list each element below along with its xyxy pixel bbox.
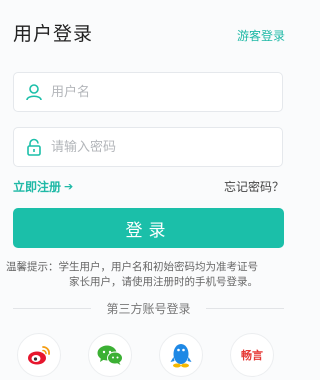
- yixin-logo-text: 畅言: [241, 349, 263, 362]
- guest-login-link[interactable]: 游客登录: [237, 27, 285, 44]
- forgot-password-link[interactable]: 忘记密码？: [224, 178, 284, 195]
- user-icon: [26, 84, 42, 101]
- password-input[interactable]: [51, 136, 271, 158]
- register-label: 立即注册: [13, 180, 62, 194]
- lock-icon: [27, 138, 41, 156]
- login-button[interactable]: 登录: [13, 208, 284, 248]
- username-field-container: [13, 72, 283, 112]
- arrow-right-icon: ➔: [64, 180, 74, 193]
- login-tip: 温馨提示：学生用户，用户名和初始密码均为准考证号 家长用户，请使用注册时的手机号…: [6, 260, 300, 290]
- register-link[interactable]: 立即注册 ➔: [13, 178, 73, 195]
- wechat-icon: [97, 345, 123, 365]
- yixin-login-button[interactable]: 畅言: [230, 333, 274, 377]
- page-title: 用户登录: [13, 23, 94, 45]
- username-input[interactable]: [51, 81, 271, 103]
- password-field-container: [13, 127, 283, 167]
- qq-login-button[interactable]: [159, 333, 203, 377]
- weibo-login-button[interactable]: [17, 333, 61, 377]
- wechat-login-button[interactable]: [88, 333, 132, 377]
- weibo-icon: [28, 346, 50, 365]
- third-party-divider: 第三方账号登录: [13, 300, 284, 316]
- divider-line-right: [206, 308, 284, 309]
- tip-line-2: 家长用户，请使用注册时的手机号登录。: [69, 276, 258, 288]
- qq-penguin-icon: [170, 344, 192, 368]
- tip-line-1: 温馨提示：学生用户，用户名和初始密码均为准考证号: [6, 261, 258, 273]
